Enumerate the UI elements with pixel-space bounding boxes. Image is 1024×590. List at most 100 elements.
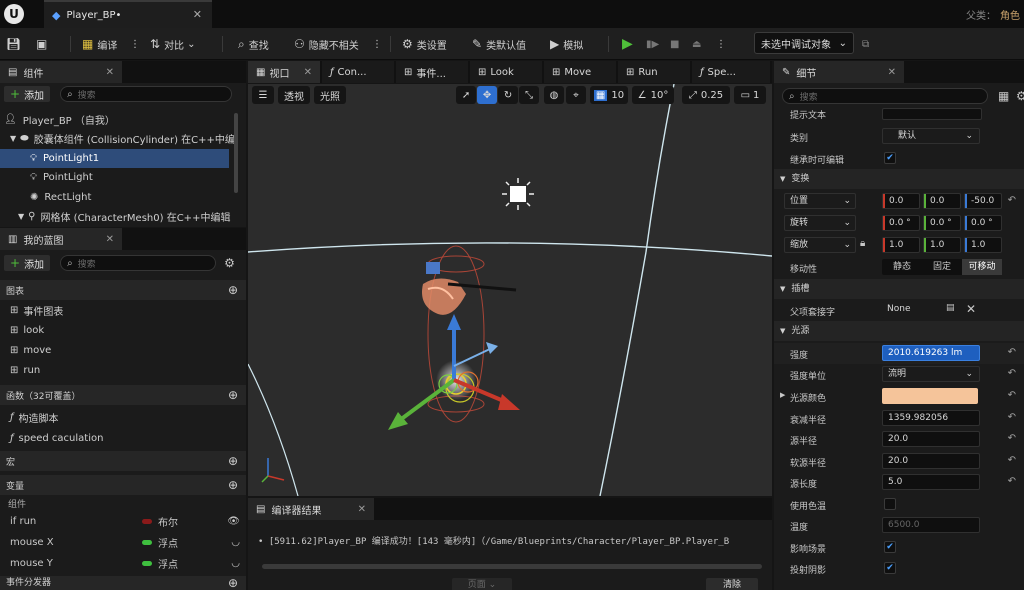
scrollbar[interactable] — [234, 113, 238, 193]
reset-icon[interactable]: ↶ — [1008, 455, 1016, 466]
add-blueprint-item-button[interactable]: + 添加 — [4, 255, 51, 271]
tab-speed[interactable]: ƒ Spe... — [692, 61, 770, 83]
rotation-y-field[interactable]: 0.0 ° — [923, 215, 961, 231]
reset-icon[interactable]: ↶ — [1008, 195, 1016, 206]
viewport[interactable]: ☰ 透视 光照 ➚ ✥ ↻ ⤡ ◍ ⌖ ▦ 10 ∠ 10° ⤢ 0.25 ▭ 1 — [248, 84, 772, 496]
tab-details[interactable]: ✎ 细节 ✕ — [774, 61, 904, 83]
compile-options-icon[interactable]: ⋮ — [130, 34, 140, 54]
variable-row-mousex[interactable]: mouse X 浮点 ◡ — [0, 532, 246, 553]
rotation-z-field[interactable]: 0.0 ° — [964, 215, 1002, 231]
horizontal-scrollbar[interactable] — [262, 564, 762, 569]
section-functions[interactable]: 函数（32可覆盖） ⊕ — [0, 385, 246, 405]
scale-tool-button[interactable]: ⤡ — [519, 86, 539, 104]
close-icon[interactable]: ✕ — [106, 234, 114, 245]
close-icon[interactable]: ✕ — [304, 67, 312, 78]
grid-snap-button[interactable]: ▦ 10 — [590, 86, 628, 104]
parent-socket-field[interactable]: None — [882, 302, 942, 318]
perspective-button[interactable]: 透视 — [278, 86, 310, 104]
hide-options-icon[interactable]: ⋮ — [372, 34, 382, 54]
find-button[interactable]: ⌕ 查找 — [238, 34, 269, 54]
close-icon[interactable]: ✕ — [358, 504, 366, 515]
rotation-snap-button[interactable]: ∠ 10° — [632, 86, 674, 104]
function-item-construction[interactable]: ƒ 构造脚本 — [0, 408, 246, 427]
mobility-stationary[interactable]: 固定 — [922, 259, 962, 275]
tooltip-field[interactable] — [882, 108, 982, 120]
section-dispatchers[interactable]: 事件分发器 ⊕ — [0, 576, 246, 590]
simulate-button[interactable]: ▶ 模拟 — [550, 34, 583, 54]
browse-button[interactable]: ▣ — [36, 34, 51, 54]
close-icon[interactable]: ✕ — [106, 67, 114, 78]
location-select[interactable]: 位置 ⌄ — [784, 193, 856, 209]
parent-class-value[interactable]: 角色 — [1000, 11, 1020, 22]
location-x-field[interactable]: 0.0 — [882, 193, 920, 209]
tree-item-root[interactable]: 👤︎ Player_BP （自我） — [0, 110, 246, 129]
tab-run[interactable]: ⊞ Run — [618, 61, 690, 83]
gear-icon[interactable]: ⚙ — [224, 256, 235, 270]
select-tool-button[interactable]: ➚ — [456, 86, 476, 104]
tree-item-capsule[interactable]: ▼ ⬬ 胶囊体组件 (CollisionCylinder) 在C++中编 — [0, 129, 246, 148]
viewport-menu-button[interactable]: ☰ — [252, 86, 274, 104]
section-transform[interactable]: ▼ 变换 — [774, 169, 1024, 189]
world-local-button[interactable]: ◍ — [544, 86, 564, 104]
diff-button[interactable]: ⇅ 对比 ⌄ — [150, 34, 195, 54]
eye-closed-icon[interactable]: ◡ — [231, 537, 240, 548]
location-y-field[interactable]: 0.0 — [923, 193, 961, 209]
temperature-field[interactable]: 6500.0 — [882, 517, 980, 533]
unreal-logo-icon[interactable]: U — [4, 4, 24, 24]
section-variables[interactable]: 变量 ⊕ — [0, 475, 246, 495]
hide-unrelated-button[interactable]: ⚇ 隐藏不相关 — [294, 34, 359, 54]
graph-item-event[interactable]: ⊞ 事件图表 — [0, 301, 246, 320]
browse-socket-icon[interactable]: ▤ — [946, 303, 955, 313]
surface-snap-button[interactable]: ⌖ — [566, 86, 586, 104]
source-radius-field[interactable]: 20.0 — [882, 431, 980, 447]
eject-button[interactable]: ⏏ — [692, 34, 701, 54]
reset-icon[interactable]: ↶ — [1008, 433, 1016, 444]
tab-event-graph[interactable]: ⊞ 事件... — [396, 61, 468, 83]
function-item-speed[interactable]: ƒ speed caculation — [0, 429, 246, 448]
section-light[interactable]: ▼ 光源 — [774, 321, 1024, 341]
tree-item-mesh[interactable]: ▼ ⚲ 网格体 (CharacterMesh0) 在C++中编辑 — [0, 207, 246, 226]
soft-source-radius-field[interactable]: 20.0 — [882, 453, 980, 469]
class-defaults-button[interactable]: ✎ 类默认值 — [472, 34, 526, 54]
rotation-x-field[interactable]: 0.0 ° — [882, 215, 920, 231]
tab-components[interactable]: ▤ 组件 ✕ — [0, 61, 122, 83]
rotate-tool-button[interactable]: ↻ — [498, 86, 518, 104]
affects-world-checkbox[interactable]: ✔ — [884, 541, 896, 553]
gear-icon[interactable]: ⚙ — [1016, 89, 1024, 103]
debug-filter-button[interactable]: ⧉ — [862, 34, 869, 54]
reset-icon[interactable]: ↶ — [1008, 476, 1016, 487]
add-circle-icon[interactable]: ⊕ — [228, 283, 238, 297]
close-icon[interactable]: ✕ — [193, 8, 202, 21]
add-circle-icon[interactable]: ⊕ — [228, 388, 238, 402]
camera-speed-button[interactable]: ▭ 1 — [734, 86, 766, 104]
page-select[interactable]: 页面 ⌄ — [452, 578, 512, 590]
scale-y-field[interactable]: 1.0 — [923, 237, 961, 253]
rotation-select[interactable]: 旋转 ⌄ — [784, 215, 856, 231]
compile-button[interactable]: ▦ 编译 — [82, 34, 117, 54]
cast-shadows-checkbox[interactable]: ✔ — [884, 562, 896, 574]
translate-tool-button[interactable]: ✥ — [477, 86, 497, 104]
reset-icon[interactable]: ↶ — [1008, 412, 1016, 423]
add-circle-icon[interactable]: ⊕ — [228, 454, 238, 468]
add-component-button[interactable]: + 添加 — [4, 86, 51, 102]
mobility-movable[interactable]: 可移动 — [962, 259, 1002, 275]
save-button[interactable]: 💾︎ — [6, 34, 25, 54]
reset-icon[interactable]: ↶ — [1008, 390, 1016, 401]
light-color-swatch[interactable] — [882, 388, 978, 404]
play-button[interactable]: ▶ — [622, 34, 633, 54]
tab-viewport[interactable]: ▦ 视口 ✕ — [248, 61, 320, 83]
tab-compiler-results[interactable]: ▤ 编译器结果 ✕ — [248, 498, 374, 520]
blueprint-search-input[interactable]: ⌕ 搜索 — [60, 255, 217, 271]
clear-button[interactable]: 清除 — [706, 578, 758, 590]
variable-row-mousey[interactable]: mouse Y 浮点 ◡ — [0, 553, 246, 574]
graph-item-move[interactable]: ⊞ move — [0, 341, 246, 360]
scale-select[interactable]: 缩放 ⌄ — [784, 237, 856, 253]
intensity-unit-select[interactable]: 流明 ⌄ — [882, 366, 980, 382]
tab-look[interactable]: ⊞ Look — [470, 61, 542, 83]
stop-button[interactable]: ■ — [670, 34, 679, 54]
section-macros[interactable]: 宏 ⊕ — [0, 451, 246, 471]
lock-icon[interactable]: 🔒︎ — [860, 238, 865, 249]
section-graphs[interactable]: 图表 ⊕ — [0, 280, 246, 300]
graph-item-look[interactable]: ⊞ look — [0, 321, 246, 340]
lit-button[interactable]: 光照 — [314, 86, 346, 104]
